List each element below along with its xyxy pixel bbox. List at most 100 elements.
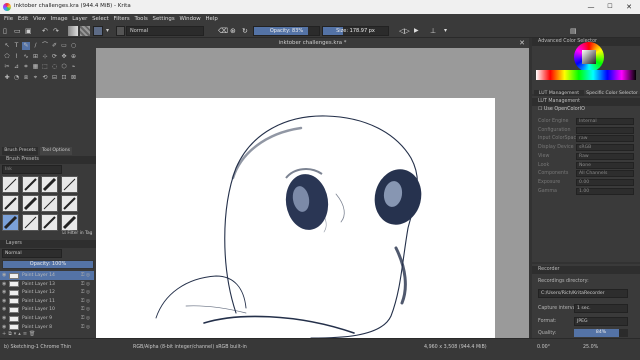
close-document-icon[interactable]: ✕ — [519, 38, 525, 48]
status-zoom[interactable]: 25.0% — [583, 345, 598, 350]
dynamic-brush-tool-icon[interactable]: ✐ — [51, 42, 59, 50]
pattern-swatch[interactable] — [80, 26, 90, 36]
canvas-area[interactable]: inktober challenges.kra * ✕ — [96, 38, 529, 338]
similar-select-tool-icon[interactable]: ◔ — [13, 74, 21, 82]
minimize-button[interactable]: — — [584, 2, 598, 12]
curve-tool-icon[interactable]: ⌒ — [41, 42, 49, 50]
blend-mode-select[interactable]: Normal — [126, 26, 204, 36]
undo-icon[interactable]: ↶ — [42, 26, 51, 36]
lut-field-value[interactable]: raw — [576, 135, 634, 143]
menu-window[interactable]: Window — [177, 14, 203, 24]
rotate-tool-icon[interactable]: ⟳ — [51, 53, 59, 61]
brush-preset-swatch[interactable] — [93, 26, 103, 36]
new-document-icon[interactable]: ▯ — [3, 26, 12, 36]
menu-view[interactable]: View — [31, 14, 49, 24]
eraser-mode-icon[interactable]: ⌫ — [218, 26, 228, 36]
crop-tool-icon[interactable]: ⊕ — [70, 53, 78, 61]
menu-layer[interactable]: Layer — [70, 14, 90, 24]
bezier-tool-icon[interactable]: ∿ — [22, 53, 30, 61]
format-select[interactable]: JPEG — [574, 317, 628, 326]
gradient-swatch[interactable] — [68, 26, 78, 36]
filter-in-tag-checkbox[interactable]: ☑ Filter in Tag — [62, 231, 94, 236]
text-tool-icon[interactable]: T — [13, 42, 21, 50]
assistant-tool-icon[interactable]: ⟲ — [41, 74, 49, 82]
color-wheel[interactable] — [574, 42, 604, 72]
redo-icon[interactable]: ↷ — [53, 26, 62, 36]
move-tool-icon[interactable]: ✥ — [60, 53, 68, 61]
menu-select[interactable]: Select — [90, 14, 111, 24]
fill-tool-icon[interactable]: ▦ — [32, 63, 40, 71]
brush-preset-7[interactable] — [41, 195, 58, 212]
reload-preset-icon[interactable]: ↻ — [242, 26, 251, 36]
ellipse-tool-icon[interactable]: ○ — [70, 42, 78, 50]
ellipse-select-tool-icon[interactable]: ◌ — [51, 63, 59, 71]
tab-brush-presets[interactable]: Brush Presets — [2, 147, 38, 155]
gradient-tool-icon[interactable]: ⊿ — [13, 63, 21, 71]
use-ocio-checkbox[interactable]: ☐ Use OpenColorIO — [538, 107, 585, 112]
select-shapes-tool-icon[interactable]: ↖ — [3, 42, 11, 50]
lut-field-value[interactable]: 1.00 — [576, 187, 634, 195]
poly-select-tool-icon[interactable]: ⬡ — [60, 63, 68, 71]
freehand-select-tool-icon[interactable]: ⌁ — [70, 63, 78, 71]
color-history-strip[interactable] — [536, 70, 636, 80]
brush-preset-1[interactable] — [2, 176, 19, 193]
rectangle-tool-icon[interactable]: ▭ — [60, 42, 68, 50]
quality-slider[interactable]: 84% — [574, 329, 628, 337]
size-slider[interactable]: Size: 178.97 px — [322, 26, 389, 36]
opacity-slider[interactable]: Opacity: 83% — [253, 26, 320, 36]
rect-select-tool-icon[interactable]: ⬚ — [41, 63, 49, 71]
zoom-tool-icon[interactable]: ⊟ — [51, 74, 59, 82]
menu-settings[interactable]: Settings — [150, 14, 177, 24]
multibrush-tool-icon[interactable]: ⊞ — [32, 53, 40, 61]
pan-tool-icon[interactable]: ⊡ — [60, 74, 68, 82]
maximize-button[interactable]: ☐ — [603, 2, 617, 12]
transform-tool-icon[interactable]: ⊹ — [41, 53, 49, 61]
brush-tag-select[interactable]: Ink — [2, 165, 62, 174]
menu-tools[interactable]: Tools — [132, 14, 150, 24]
lut-field-value[interactable]: Raw — [576, 152, 634, 160]
wrap-mode-icon[interactable]: ▶ — [414, 26, 423, 36]
document-tab[interactable]: inktober challenges.kra * ✕ — [96, 38, 529, 48]
layer-opacity-slider[interactable]: Opacity: 100% — [2, 260, 94, 269]
brush-preset-11[interactable] — [41, 214, 58, 231]
brush-preset-4[interactable] — [60, 176, 78, 193]
lut-field-value[interactable]: 0.00 — [576, 178, 634, 186]
close-window-button[interactable]: ✕ — [622, 2, 636, 12]
lut-field-value[interactable] — [576, 126, 634, 134]
save-icon[interactable]: ▣ — [25, 26, 34, 36]
brush-preset-6[interactable] — [21, 195, 39, 212]
recordings-directory-field[interactable]: C:/Users/Rich/KritaRecorder — [538, 289, 628, 298]
pick-color-tool-icon[interactable]: ⊠ — [70, 74, 78, 82]
menu-filters[interactable]: Filters — [111, 14, 132, 24]
polygon-tool-icon[interactable]: ⬠ — [3, 53, 11, 61]
tab-tool-options[interactable]: Tool Options — [40, 147, 72, 155]
layer-blend-mode-select[interactable]: Normal — [2, 249, 62, 258]
delete-layer-icon[interactable]: 🗑 — [29, 331, 37, 337]
workspace-icon[interactable]: ▤ — [570, 26, 579, 36]
measure-tool-icon[interactable]: ⌖ — [32, 74, 40, 82]
contiguous-select-tool-icon[interactable]: ✚ — [3, 74, 11, 82]
line-tool-icon[interactable]: ∕ — [32, 42, 40, 50]
menu-help[interactable]: Help — [203, 14, 220, 24]
drawing-paper[interactable] — [96, 98, 495, 338]
lut-field-value[interactable]: None — [576, 161, 634, 169]
brush-preset-2[interactable] — [21, 176, 39, 193]
brush-preset-10[interactable] — [21, 214, 39, 231]
menu-edit[interactable]: Edit — [15, 14, 30, 24]
edit-brush-icon[interactable] — [116, 26, 125, 36]
grid-tool-icon[interactable]: ⌗ — [22, 63, 30, 71]
lut-field-value[interactable]: sRGB — [576, 144, 634, 152]
polyline-tool-icon[interactable]: ⌇ — [13, 53, 21, 61]
mirror-vertical-icon[interactable]: ⊥ — [430, 26, 439, 36]
brush-preset-12[interactable] — [60, 214, 78, 231]
chevron-down-icon[interactable]: ▾ — [106, 26, 112, 36]
mirror-horizontal-icon[interactable]: ◁▷ — [399, 26, 410, 36]
brush-preset-5[interactable] — [2, 195, 19, 212]
brush-preset-8[interactable] — [60, 195, 78, 212]
cut-tool-icon[interactable]: ✂ — [3, 63, 11, 71]
capture-interval-field[interactable]: 1 sec. — [574, 304, 628, 313]
brush-preset-3[interactable] — [41, 176, 58, 193]
chevron-down-icon[interactable]: ▾ — [444, 26, 453, 36]
open-document-icon[interactable]: ▭ — [14, 26, 23, 36]
preserve-alpha-icon[interactable]: ⊛ — [230, 26, 239, 36]
